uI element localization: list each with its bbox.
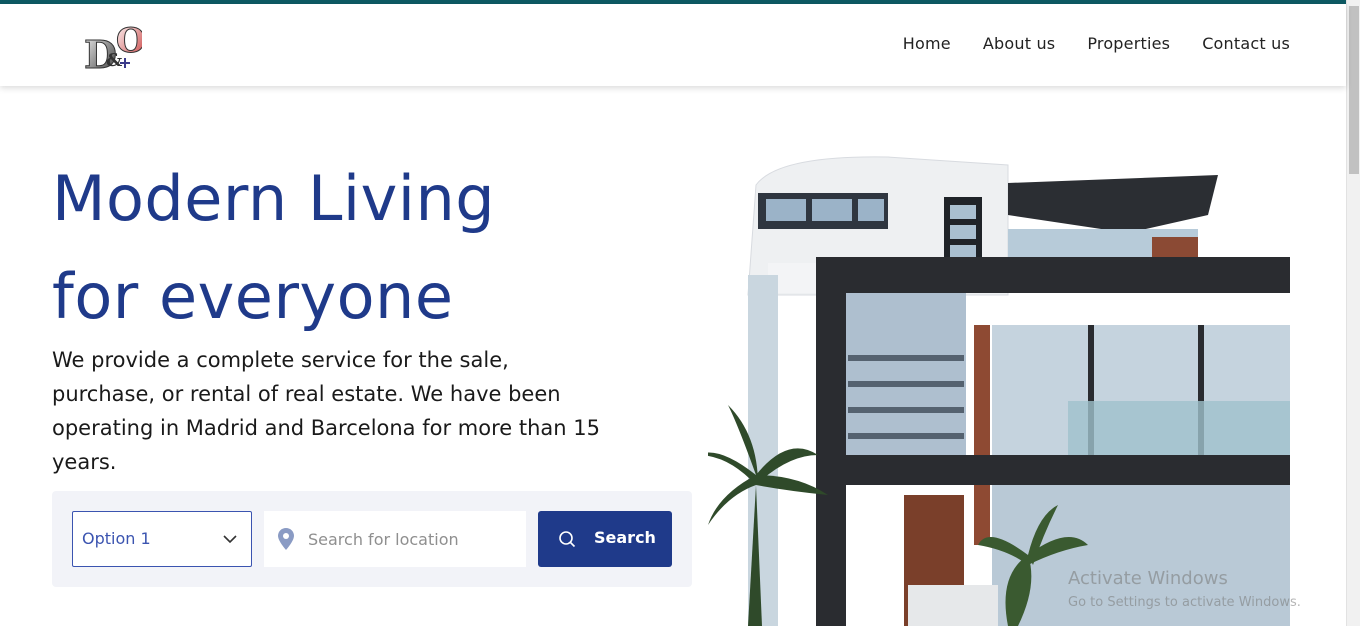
nav-properties[interactable]: Properties (1087, 34, 1170, 53)
hero-description: We provide a complete service for the sa… (52, 348, 600, 474)
watermark-title: Activate Windows (1068, 568, 1228, 589)
scrollbar-thumb[interactable] (1349, 6, 1359, 174)
hero-title: Modern Living for everyone (52, 150, 692, 346)
page-scrollbar[interactable] (1346, 0, 1360, 626)
site-header: D & O Home About us Properties Contact u… (0, 4, 1346, 86)
nav-about-us[interactable]: About us (983, 34, 1055, 53)
watermark-subtitle: Go to Settings to activate Windows. (1068, 595, 1301, 610)
location-field (264, 511, 526, 567)
hero-title-line-1: Modern Living (52, 162, 496, 235)
nav-home[interactable]: Home (903, 34, 951, 53)
search-icon (559, 531, 576, 548)
hero-house-image (708, 155, 1290, 626)
svg-text:O: O (116, 21, 142, 61)
nav-contact-us[interactable]: Contact us (1202, 34, 1290, 53)
chevron-down-icon (223, 535, 237, 544)
search-panel: Option 1 Search (52, 491, 692, 587)
main-nav: Home About us Properties Contact us (903, 34, 1290, 53)
search-button-label: Search (594, 528, 656, 547)
location-search-input[interactable] (308, 525, 518, 553)
hero-title-line-2: for everyone (52, 260, 454, 333)
search-button[interactable]: Search (538, 511, 672, 567)
option-select-value: Option 1 (82, 529, 151, 548)
brand-logo[interactable]: D & O (82, 18, 147, 78)
map-pin-icon (278, 528, 294, 550)
option-select[interactable]: Option 1 (72, 511, 252, 567)
windows-activation-watermark: Activate Windows Go to Settings to activ… (1068, 568, 1301, 610)
